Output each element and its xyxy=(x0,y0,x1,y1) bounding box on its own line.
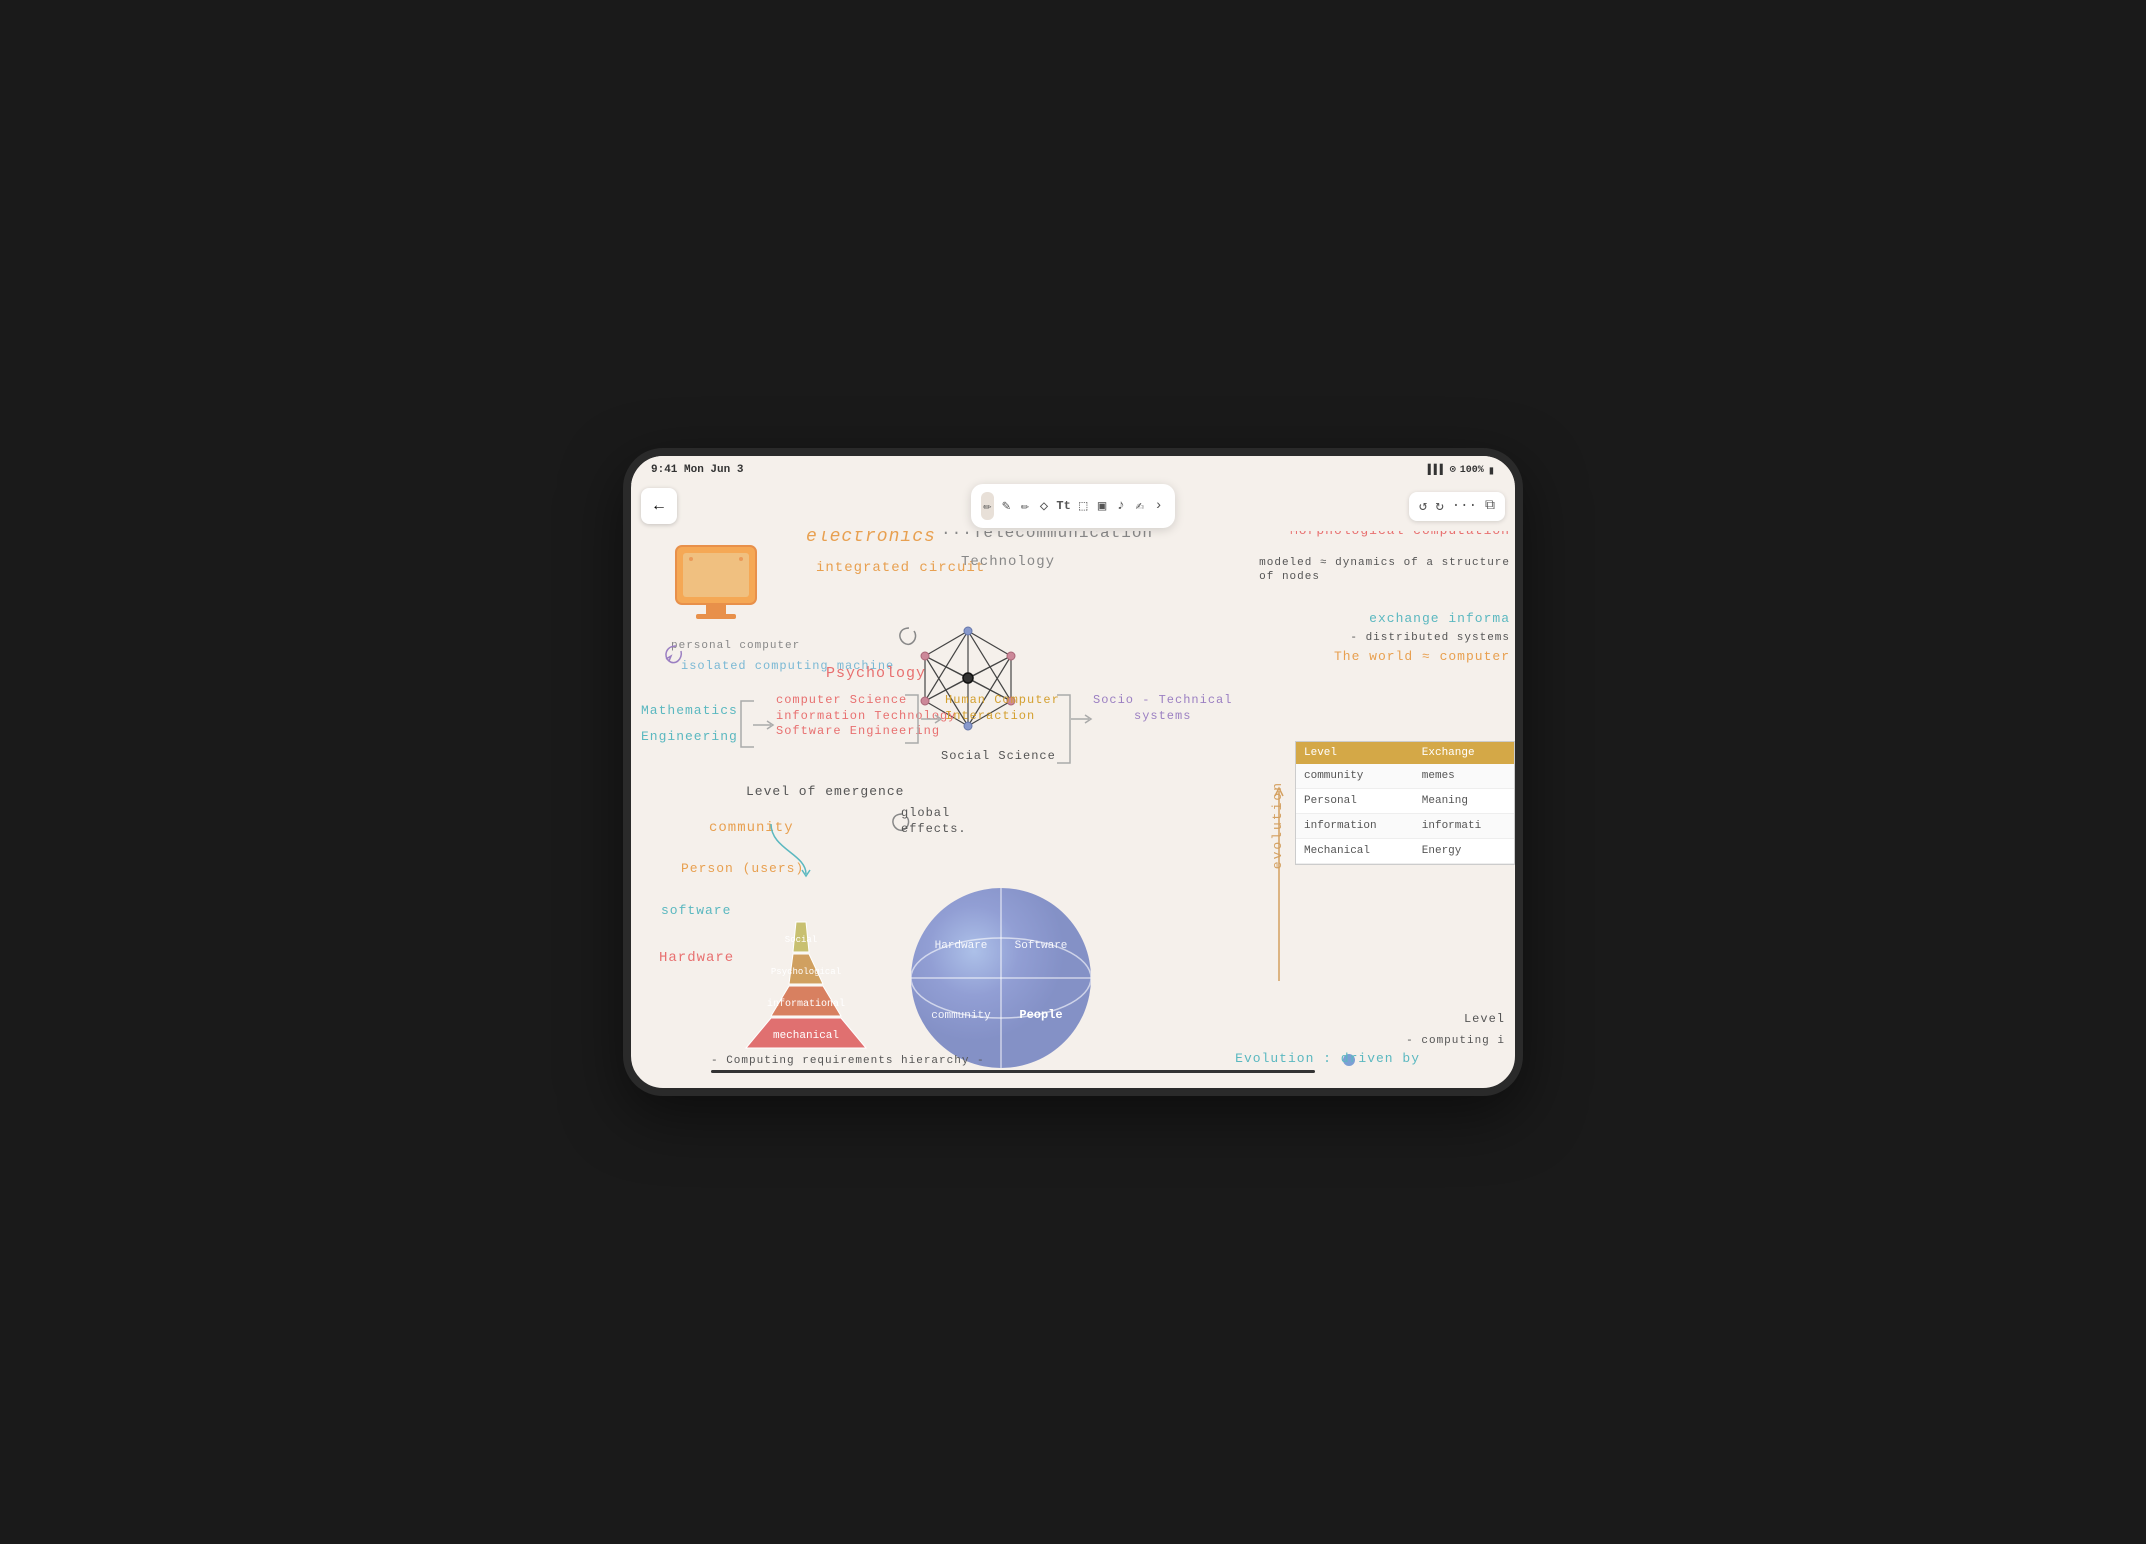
table-row: communitymemes xyxy=(1296,764,1514,789)
the-world-text: The world ≈ computer xyxy=(1334,649,1510,666)
back-button[interactable]: ← xyxy=(641,488,677,524)
canvas-area: personal computer isolated computing mac… xyxy=(631,531,1515,1088)
battery-icon: ▮ xyxy=(1488,463,1495,478)
redo-icon[interactable]: ↻ xyxy=(1435,498,1443,515)
undo-icon[interactable]: ↺ xyxy=(1419,498,1427,515)
level-emergence-text: Level of emergence xyxy=(746,784,904,801)
mathematics-text: Mathematics xyxy=(641,703,738,720)
select-tool[interactable]: ⬚ xyxy=(1077,492,1090,520)
technology-text: Technology xyxy=(961,553,1055,571)
globe-illustration: Hardware Software community People xyxy=(901,878,1091,1068)
modeled-text: modeled ≈ dynamics of a structure of nod… xyxy=(1259,556,1510,585)
social-science-text: Social Science xyxy=(941,749,1056,765)
wifi-icon: ⊙ xyxy=(1450,464,1456,476)
progress-bar xyxy=(711,1070,1315,1073)
computer-illustration xyxy=(661,541,771,646)
more-tool[interactable]: › xyxy=(1152,492,1165,520)
swirl-decoration xyxy=(894,623,924,653)
text-tool[interactable]: Tt xyxy=(1056,492,1070,520)
bracket-right xyxy=(903,693,923,745)
time-display: 9:41 Mon Jun 3 xyxy=(651,464,743,476)
community-arrow xyxy=(766,819,816,879)
battery-label: 100% xyxy=(1460,465,1484,476)
marker-tool[interactable]: ✏ xyxy=(1019,492,1032,520)
socio-technical-text: Socio - Technical systems xyxy=(1093,693,1232,724)
level-bottom-text: Level xyxy=(1464,1012,1505,1028)
pen-tool[interactable]: ✎ xyxy=(1000,492,1013,520)
handwriting-tool[interactable]: ✍ xyxy=(1133,492,1146,520)
ipad-frame: 9:41 Mon Jun 3 ▌▌▌ ⊙ 100% ▮ ← ✏ ✎ ✏ ◇ Tt… xyxy=(623,448,1523,1096)
share-icon[interactable]: ⧉ xyxy=(1485,498,1495,515)
drawing-toolbar[interactable]: ✏ ✎ ✏ ◇ Tt ⬚ ▣ ♪ ✍ › xyxy=(971,484,1175,528)
psychology-text: Psychology xyxy=(826,664,926,684)
engineering-text: Engineering xyxy=(641,729,738,746)
svg-text:informational: informational xyxy=(767,998,845,1010)
svg-text:community: community xyxy=(931,1010,991,1022)
pyramid-illustration: mechanical informational Psychological S… xyxy=(711,898,891,1058)
computing-req-text: - Computing requirements hierarchy - xyxy=(711,1054,985,1068)
computing-bottom-text: - computing i xyxy=(1406,1034,1505,1048)
svg-text:mechanical: mechanical xyxy=(773,1030,839,1042)
svg-text:Psychological: Psychological xyxy=(771,967,841,977)
table-row: MechanicalEnergy xyxy=(1296,839,1514,864)
electronics-text: electronics xyxy=(806,531,936,549)
svg-text:People: People xyxy=(1019,1008,1062,1022)
distributed-text: - distributed systems xyxy=(1350,631,1510,645)
arrow-right-1 xyxy=(753,719,775,731)
signal-icon: ▌▌▌ xyxy=(1428,465,1446,476)
table-row: informationinformati xyxy=(1296,814,1514,839)
arrow-right-2 xyxy=(921,713,943,725)
human-computer-text: Human Computer Interaction xyxy=(945,693,1060,724)
eraser-tool[interactable]: ◇ xyxy=(1038,492,1051,520)
evolution-arrow xyxy=(1272,786,1287,986)
bracket-right-2 xyxy=(1055,693,1075,765)
pencil-tool[interactable]: ✏ xyxy=(981,492,994,520)
exchange-info-text: exchange informa xyxy=(1369,611,1510,628)
status-bar: 9:41 Mon Jun 3 ▌▌▌ ⊙ 100% ▮ xyxy=(631,456,1515,484)
data-table: Level Exchange communitymemesPersonalMea… xyxy=(1295,741,1515,865)
integrated-circuit-text: integrated circuit xyxy=(816,559,985,577)
global-effects-text: global effects. xyxy=(901,806,967,837)
swirl-icon xyxy=(661,641,691,666)
table-header-level: Level xyxy=(1296,742,1414,764)
svg-text:Hardware: Hardware xyxy=(935,940,988,952)
audio-tool[interactable]: ♪ xyxy=(1114,492,1127,520)
evolution-driven-text: Evolution : driven by xyxy=(1235,1051,1420,1068)
image-tool[interactable]: ▣ xyxy=(1096,492,1109,520)
svg-text:Social: Social xyxy=(785,935,817,945)
more-options-icon[interactable]: ··· xyxy=(1452,498,1477,515)
morphological-text: Morphological computation xyxy=(1290,531,1510,540)
top-controls: ↺ ↻ ··· ⧉ xyxy=(1409,484,1505,528)
telecom-text: ···Telecommunication xyxy=(941,531,1153,544)
table-row: PersonalMeaning xyxy=(1296,789,1514,814)
table-header-exchange: Exchange xyxy=(1414,742,1514,764)
svg-text:Software: Software xyxy=(1015,940,1068,952)
arrow-right-3 xyxy=(1071,713,1093,725)
